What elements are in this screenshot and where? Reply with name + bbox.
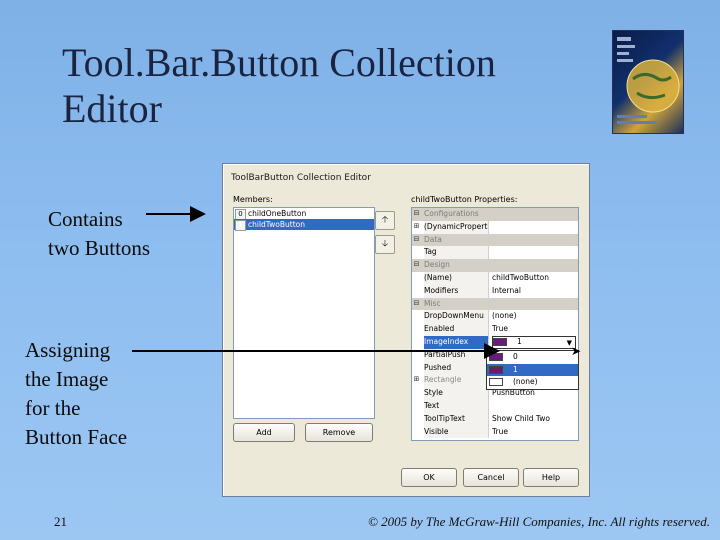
slide-number: 21	[54, 514, 67, 529]
annotation-arrows	[132, 206, 500, 359]
copyright-notice: © 2005 by The McGraw-Hill Companies, Inc…	[367, 514, 710, 529]
